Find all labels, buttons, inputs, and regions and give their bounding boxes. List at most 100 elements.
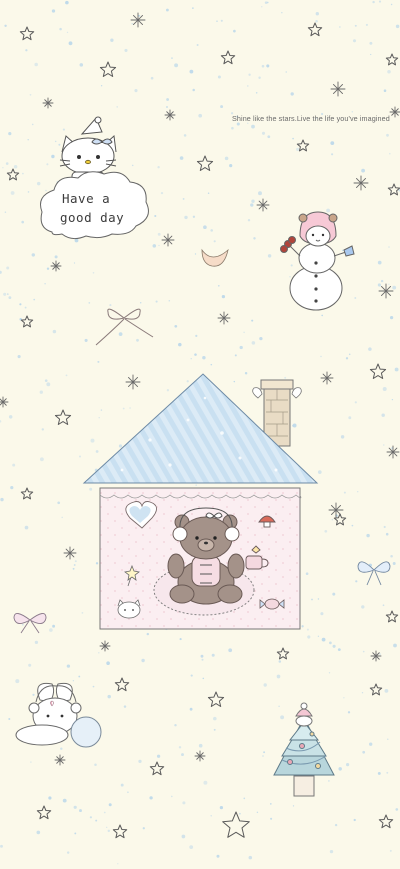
sparkle-icon bbox=[256, 198, 270, 212]
snow-dot bbox=[24, 306, 27, 309]
snow-dot bbox=[194, 353, 197, 356]
snow-dot bbox=[324, 529, 328, 533]
snow-dot bbox=[79, 809, 82, 813]
snow-dot bbox=[178, 342, 182, 347]
snow-dot bbox=[28, 663, 32, 667]
snow-dot bbox=[329, 641, 332, 645]
snow-dot bbox=[381, 413, 385, 417]
snow-dot bbox=[3, 292, 7, 296]
snow-dot bbox=[182, 801, 186, 805]
snow-dot bbox=[348, 416, 352, 420]
snow-dot bbox=[330, 141, 335, 146]
snow-dot bbox=[131, 23, 133, 25]
snow-dot bbox=[8, 415, 13, 419]
snow-dot bbox=[182, 197, 185, 200]
snow-dot bbox=[362, 650, 365, 653]
snow-dot bbox=[65, 0, 69, 5]
snow-dot bbox=[160, 191, 164, 195]
snow-dot bbox=[258, 76, 261, 79]
snow-dot bbox=[41, 428, 44, 431]
snow-dot bbox=[203, 225, 207, 230]
snow-dot bbox=[78, 455, 82, 458]
snow-dot bbox=[247, 85, 249, 87]
snow-dot bbox=[118, 332, 123, 336]
snow-dot bbox=[139, 302, 142, 304]
snow-dot bbox=[393, 643, 397, 648]
sparkle-icon bbox=[161, 233, 175, 247]
snow-dot bbox=[166, 98, 170, 101]
snow-dot bbox=[201, 658, 204, 661]
snow-dot bbox=[196, 44, 199, 46]
snow-dot bbox=[27, 191, 30, 193]
snow-dot bbox=[210, 229, 213, 232]
snow-dot bbox=[278, 660, 282, 663]
snow-dot bbox=[142, 827, 145, 830]
snow-dot bbox=[46, 267, 50, 270]
snow-dot bbox=[392, 285, 397, 290]
snow-dot bbox=[395, 24, 400, 29]
snow-dot bbox=[315, 12, 319, 16]
snow-dot bbox=[379, 653, 381, 655]
snow-dot bbox=[66, 851, 70, 854]
snow-dot bbox=[89, 816, 92, 819]
snow-dot bbox=[68, 41, 73, 46]
snow-dot bbox=[13, 164, 18, 169]
snow-dot bbox=[334, 823, 338, 827]
snow-dot bbox=[343, 697, 345, 699]
snow-dot bbox=[54, 140, 57, 143]
snow-dot bbox=[251, 319, 254, 322]
snow-dot bbox=[95, 562, 99, 565]
snow-dot bbox=[382, 604, 385, 607]
snow-dot bbox=[84, 338, 88, 342]
snow-dot bbox=[17, 355, 21, 359]
snow-dot bbox=[354, 297, 357, 299]
snow-dot bbox=[100, 409, 103, 411]
snow-dot bbox=[267, 254, 272, 258]
snow-dot bbox=[74, 832, 77, 835]
snow-dot bbox=[136, 338, 139, 342]
snow-dot bbox=[98, 651, 100, 654]
snow-dot bbox=[179, 638, 182, 641]
snow-dot bbox=[59, 27, 62, 31]
snow-dot bbox=[179, 156, 184, 160]
snow-dot bbox=[97, 360, 100, 363]
snow-dot bbox=[281, 11, 283, 14]
snow-dot bbox=[19, 303, 22, 306]
snow-dot bbox=[386, 133, 389, 137]
snow-dot bbox=[317, 598, 320, 600]
snow-dot bbox=[168, 299, 171, 302]
snow-dot bbox=[94, 763, 97, 767]
snow-dot bbox=[320, 612, 324, 616]
snow-dot bbox=[198, 113, 203, 118]
snow-dot bbox=[192, 88, 195, 92]
snow-dot bbox=[60, 747, 63, 750]
snow-dot bbox=[117, 863, 119, 865]
snow-dot bbox=[73, 262, 76, 264]
snow-dot bbox=[27, 138, 29, 141]
snow-dot bbox=[178, 746, 182, 749]
snow-dot bbox=[184, 215, 188, 220]
snow-dot bbox=[207, 192, 210, 195]
snow-dot bbox=[251, 124, 255, 129]
snow-dot bbox=[338, 767, 342, 771]
snow-dot bbox=[231, 126, 234, 130]
snow-dot bbox=[146, 632, 150, 636]
snow-dot bbox=[348, 353, 351, 356]
snow-dot bbox=[118, 444, 123, 448]
snow-dot bbox=[95, 450, 99, 453]
snow-dot bbox=[4, 24, 7, 27]
wallpaper-scene: Have a good day Shine like the stars.Liv… bbox=[0, 0, 400, 865]
snow-dot bbox=[166, 106, 168, 108]
snow-dot bbox=[328, 672, 331, 674]
snow-dot bbox=[211, 653, 215, 657]
snow-dot bbox=[149, 796, 153, 800]
snow-dot bbox=[315, 19, 318, 23]
snow-dot bbox=[62, 798, 67, 803]
snow-dot bbox=[10, 486, 14, 490]
sparkle-icon bbox=[386, 445, 400, 459]
hello-kitty-icon bbox=[117, 599, 141, 619]
snow-dot bbox=[259, 336, 263, 341]
snow-dot bbox=[258, 191, 262, 196]
snow-dot bbox=[220, 105, 224, 109]
snow-dot bbox=[326, 208, 331, 213]
